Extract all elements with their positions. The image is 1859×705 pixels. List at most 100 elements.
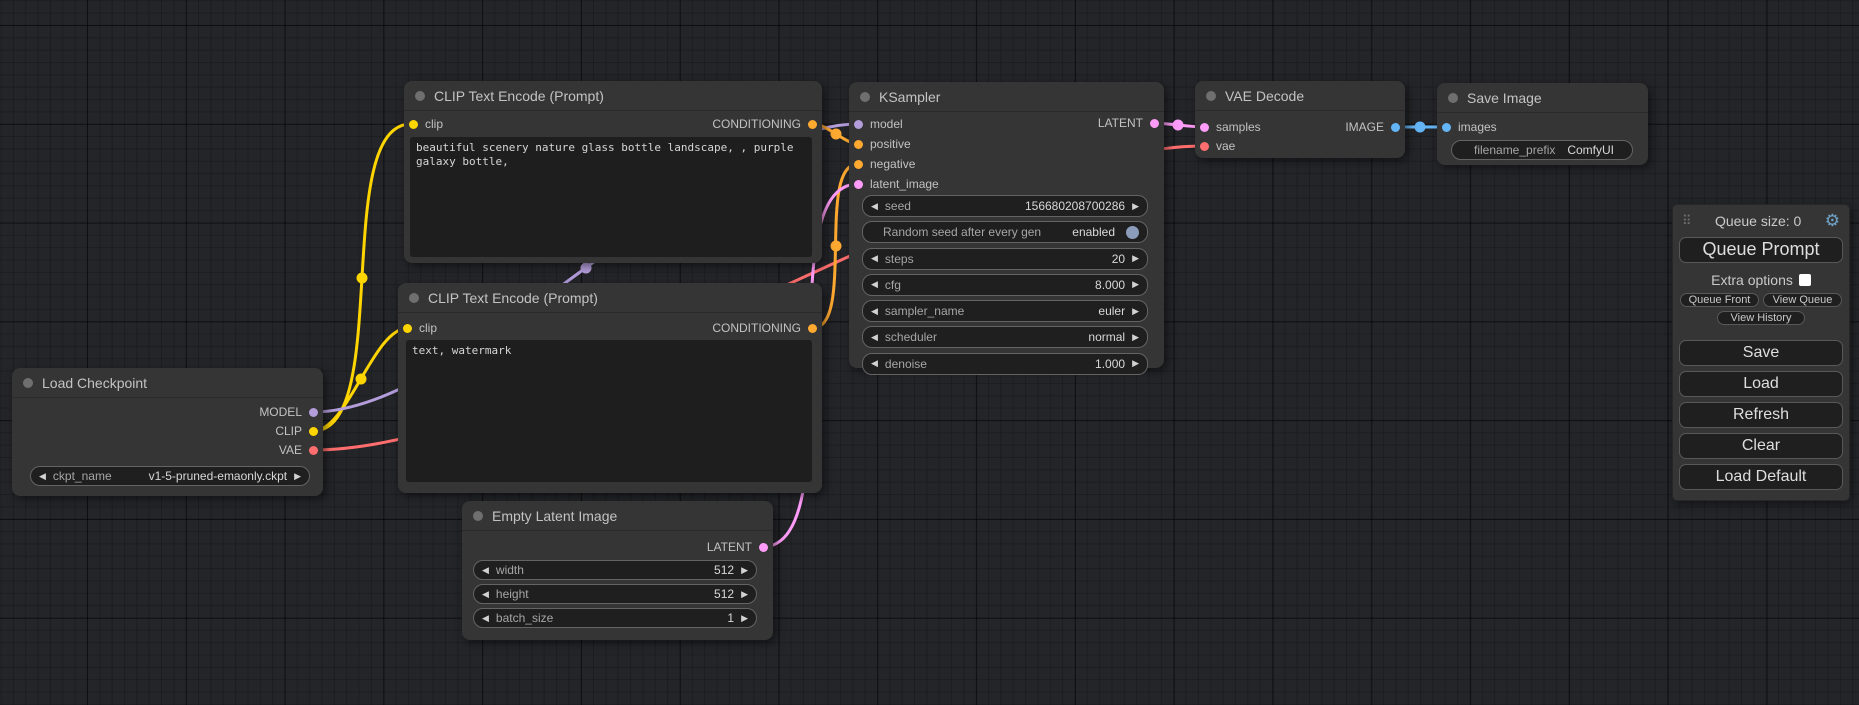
decrement-arrow-icon[interactable]: [871, 280, 878, 289]
input-clip[interactable]: clip: [409, 117, 443, 131]
input-clip[interactable]: clip: [403, 321, 437, 335]
widget-sampler-name[interactable]: sampler_name euler: [862, 300, 1148, 322]
collapse-dot-icon[interactable]: [409, 293, 419, 303]
decrement-arrow-icon[interactable]: [871, 333, 878, 342]
output-port-dot[interactable]: [1391, 123, 1400, 132]
node-load-checkpoint[interactable]: Load Checkpoint MODEL CLIP VAE ckpt_name…: [12, 368, 323, 496]
decrement-arrow-icon[interactable]: [871, 307, 878, 316]
increment-arrow-icon[interactable]: [741, 590, 748, 599]
load-button[interactable]: Load: [1679, 371, 1843, 397]
input-images[interactable]: images: [1442, 120, 1497, 134]
output-conditioning[interactable]: CONDITIONING: [712, 321, 817, 335]
gear-icon[interactable]: ⚙: [1825, 212, 1840, 229]
node-graph-canvas[interactable]: Load Checkpoint MODEL CLIP VAE ckpt_name…: [0, 0, 1859, 705]
save-button[interactable]: Save: [1679, 340, 1843, 366]
load-default-button[interactable]: Load Default: [1679, 464, 1843, 490]
input-port-dot[interactable]: [409, 120, 418, 129]
widget-width[interactable]: width 512: [473, 560, 757, 580]
output-vae[interactable]: VAE: [279, 443, 318, 457]
widget-filename-prefix[interactable]: filename_prefix ComfyUI: [1451, 140, 1633, 160]
node-title-bar[interactable]: CLIP Text Encode (Prompt): [398, 283, 822, 313]
input-samples[interactable]: samples: [1200, 120, 1261, 134]
queue-front-button[interactable]: Queue Front: [1680, 293, 1759, 307]
input-port-dot[interactable]: [854, 140, 863, 149]
node-title-bar[interactable]: Empty Latent Image: [462, 501, 773, 531]
view-history-button[interactable]: View History: [1717, 311, 1805, 325]
widget-cfg[interactable]: cfg 8.000: [862, 274, 1148, 296]
increment-arrow-icon[interactable]: [741, 614, 748, 623]
increment-arrow-icon[interactable]: [1132, 280, 1139, 289]
decrement-arrow-icon[interactable]: [871, 359, 878, 368]
node-vae-decode[interactable]: VAE Decode samples vae IMAGE: [1195, 81, 1405, 158]
widget-seed[interactable]: seed 156680208700286: [862, 195, 1148, 217]
toggle-dot-icon[interactable]: [1126, 226, 1139, 239]
increment-arrow-icon[interactable]: [294, 472, 301, 481]
widget-ckpt-name[interactable]: ckpt_name v1-5-pruned-emaonly.ckpt: [30, 466, 310, 486]
input-latent-image[interactable]: latent_image: [854, 177, 939, 191]
input-model[interactable]: model: [854, 117, 903, 131]
output-conditioning[interactable]: CONDITIONING: [712, 117, 817, 131]
output-clip[interactable]: CLIP: [275, 424, 318, 438]
node-title-bar[interactable]: VAE Decode: [1195, 81, 1405, 111]
input-port-dot[interactable]: [1200, 142, 1209, 151]
input-negative[interactable]: negative: [854, 157, 915, 171]
refresh-button[interactable]: Refresh: [1679, 402, 1843, 428]
output-port-dot[interactable]: [309, 446, 318, 455]
widget-denoise[interactable]: denoise 1.000: [862, 353, 1148, 375]
widget-random-seed-toggle[interactable]: Random seed after every gen enabled: [862, 221, 1148, 243]
node-clip-text-encode-negative[interactable]: CLIP Text Encode (Prompt) clip CONDITION…: [398, 283, 822, 493]
collapse-dot-icon[interactable]: [1206, 91, 1216, 101]
input-positive[interactable]: positive: [854, 137, 911, 151]
output-port-dot[interactable]: [808, 324, 817, 333]
collapse-dot-icon[interactable]: [473, 511, 483, 521]
decrement-arrow-icon[interactable]: [39, 472, 46, 481]
decrement-arrow-icon[interactable]: [871, 202, 878, 211]
clear-button[interactable]: Clear: [1679, 433, 1843, 459]
collapse-dot-icon[interactable]: [1448, 93, 1458, 103]
prompt-textarea[interactable]: text, watermark: [406, 340, 812, 482]
increment-arrow-icon[interactable]: [1132, 254, 1139, 263]
output-port-dot[interactable]: [1150, 119, 1159, 128]
decrement-arrow-icon[interactable]: [482, 566, 489, 575]
input-port-dot[interactable]: [403, 324, 412, 333]
increment-arrow-icon[interactable]: [741, 566, 748, 575]
output-port-dot[interactable]: [309, 427, 318, 436]
input-vae[interactable]: vae: [1200, 139, 1235, 153]
decrement-arrow-icon[interactable]: [871, 254, 878, 263]
collapse-dot-icon[interactable]: [860, 92, 870, 102]
input-port-dot[interactable]: [1442, 123, 1451, 132]
input-port-dot[interactable]: [854, 120, 863, 129]
output-image[interactable]: IMAGE: [1345, 120, 1400, 134]
output-port-dot[interactable]: [309, 408, 318, 417]
node-title-bar[interactable]: KSampler: [849, 82, 1164, 112]
increment-arrow-icon[interactable]: [1132, 307, 1139, 316]
node-ksampler[interactable]: KSampler model positive negative latent_…: [849, 82, 1164, 368]
decrement-arrow-icon[interactable]: [482, 614, 489, 623]
prompt-textarea[interactable]: beautiful scenery nature glass bottle la…: [410, 137, 812, 257]
widget-batch-size[interactable]: batch_size 1: [473, 608, 757, 628]
node-clip-text-encode-positive[interactable]: CLIP Text Encode (Prompt) clip CONDITION…: [404, 81, 822, 263]
output-port-dot[interactable]: [759, 543, 768, 552]
input-port-dot[interactable]: [1200, 123, 1209, 132]
node-empty-latent-image[interactable]: Empty Latent Image LATENT width 512 heig…: [462, 501, 773, 640]
widget-steps[interactable]: steps 20: [862, 248, 1148, 270]
node-title-bar[interactable]: Load Checkpoint: [12, 368, 323, 398]
decrement-arrow-icon[interactable]: [482, 590, 489, 599]
increment-arrow-icon[interactable]: [1132, 333, 1139, 342]
widget-scheduler[interactable]: scheduler normal: [862, 326, 1148, 348]
extra-options-checkbox[interactable]: [1799, 274, 1811, 286]
output-latent[interactable]: LATENT: [1098, 116, 1159, 130]
node-title-bar[interactable]: Save Image: [1437, 83, 1648, 113]
output-model[interactable]: MODEL: [259, 405, 318, 419]
node-save-image[interactable]: Save Image images filename_prefix ComfyU…: [1437, 83, 1648, 165]
widget-height[interactable]: height 512: [473, 584, 757, 604]
output-port-dot[interactable]: [808, 120, 817, 129]
collapse-dot-icon[interactable]: [415, 91, 425, 101]
drag-handle-icon[interactable]: ⠿: [1682, 213, 1692, 229]
output-latent[interactable]: LATENT: [707, 540, 768, 554]
increment-arrow-icon[interactable]: [1132, 202, 1139, 211]
input-port-dot[interactable]: [854, 160, 863, 169]
increment-arrow-icon[interactable]: [1132, 359, 1139, 368]
input-port-dot[interactable]: [854, 180, 863, 189]
view-queue-button[interactable]: View Queue: [1763, 293, 1842, 307]
